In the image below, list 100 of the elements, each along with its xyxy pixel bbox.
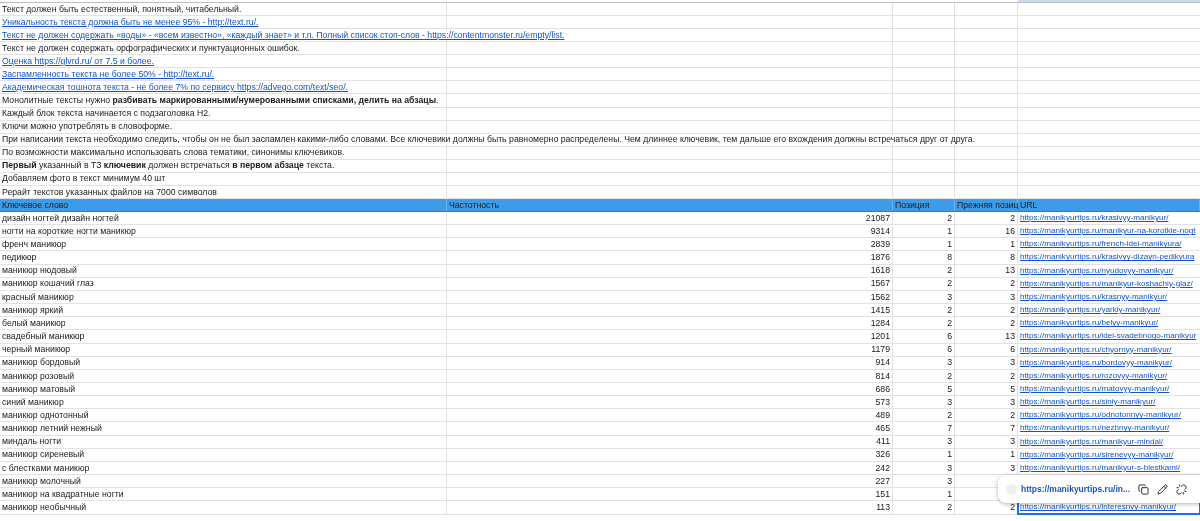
- table-cell: 326: [447, 448, 893, 461]
- table-cell: 7: [893, 422, 955, 435]
- note-link[interactable]: Оценка https://glvrd.ru/ от 7.5 и более.: [2, 56, 154, 66]
- note-link[interactable]: Текст не должен содержать «воды» - «всем известно», «каждый знает» и т.п. Полный список стоп-слов - https://contentmonster.ru/empty/list.: [2, 30, 565, 40]
- url-link[interactable]: https://manikyurtips.ru/manikyur-mindal/: [1018, 435, 1200, 448]
- note-text: По возможности максимально использовать слова тематики, синонимы ключевиков.: [2, 148, 345, 158]
- table-cell: 1567: [447, 277, 893, 290]
- url-link[interactable]: https://manikyurtips.ru/krasivyy-dizayn-pedikyura: [1018, 251, 1200, 264]
- note-text: Рерайт текстов указанных файлов на 7000 символов: [2, 187, 217, 197]
- url-link[interactable]: https://manikyurtips.ru/chyornyy-manikyur/: [1018, 343, 1200, 356]
- note-text: При написании текста необходимо следить, чтобы он не был заспамлен какими-либо словами. Все ключевики должны быть равномерно распределены. Чем длиннее ключевик, тем дальше его вхождения должны встречаться друг от друга.: [2, 135, 976, 144]
- table-cell: 2: [955, 211, 1018, 225]
- note-text: Каждый блок текста начинается с подзаголовка H2.: [2, 109, 211, 118]
- table-cell: 3: [893, 290, 955, 304]
- table-cell: маникюр розовый: [0, 369, 447, 382]
- table-cell: ногти на короткие ногти маникюр: [0, 225, 447, 238]
- url-link[interactable]: https://manikyurtips.ru/krasnyy-manikyur/: [1018, 290, 1200, 304]
- table-cell: 3: [955, 290, 1018, 304]
- popup-link[interactable]: https://manikyurtips.ru/in...: [1021, 482, 1131, 496]
- note-text: Текст не должен содержать орфографических и пунктуационных ошибок.: [2, 43, 300, 53]
- table-cell: 1179: [447, 343, 893, 356]
- table-cell: 1284: [447, 317, 893, 330]
- url-link[interactable]: https://manikyurtips.ru/sirenevyy-manikyur/: [1018, 448, 1200, 461]
- url-link[interactable]: https://manikyurtips.ru/bordovyy-manikyur/: [1018, 356, 1200, 369]
- url-link[interactable]: https://manikyurtips.ru/french-idei-manikyura/: [1018, 238, 1200, 251]
- table-cell: 13: [955, 330, 1018, 343]
- url-link[interactable]: https://manikyurtips.ru/belyy-manikyur/: [1018, 317, 1200, 330]
- url-link[interactable]: https://manikyurtips.ru/manikyur-koshachiy-glaz/: [1018, 277, 1200, 290]
- table-cell: дизайн ногтей дизайн ногтей: [0, 211, 447, 225]
- note-text: Текст должен быть естественный, понятный, читабельный.: [2, 4, 242, 14]
- table-cell: 1: [893, 225, 955, 238]
- url-link[interactable]: https://manikyurtips.ru/nyudovyy-manikyur/: [1018, 264, 1200, 277]
- table-cell: 3: [893, 461, 955, 475]
- table-cell: 3: [955, 396, 1018, 409]
- table-cell: 3: [955, 435, 1018, 448]
- note-link[interactable]: Академическая тошнота текста - не более 7% по сервису https://advego.com/text/seo/.: [2, 83, 348, 92]
- table-cell: 1618: [447, 264, 893, 277]
- url-link[interactable]: https://manikyurtips.ru/manikyur-s-blestkami/: [1018, 461, 1200, 475]
- table-cell: 1415: [447, 304, 893, 317]
- note-text: Ключи можно употреблять в словоформе.: [2, 122, 173, 131]
- note-link[interactable]: Заспамленность текста не более 50% - http://text.ru/.: [2, 70, 215, 79]
- table-cell: 686: [447, 382, 893, 396]
- table-cell: 6: [893, 330, 955, 343]
- table-cell: маникюр необычный: [0, 501, 447, 514]
- table-cell: 814: [447, 369, 893, 382]
- table-cell: 242: [447, 461, 893, 475]
- url-link[interactable]: https://manikyurtips.ru/idei-svadebnogo-manikyur: [1018, 330, 1200, 343]
- table-cell: 3: [893, 435, 955, 448]
- table-cell: маникюр матовый: [0, 382, 447, 396]
- table-cell: 2: [955, 277, 1018, 290]
- column-header: URL: [1018, 198, 1200, 211]
- table-cell: 3: [893, 356, 955, 369]
- table-cell: 151: [447, 488, 893, 501]
- url-link[interactable]: https://manikyurtips.ru/interesnyy-manikyur/: [1018, 501, 1200, 514]
- table-cell: маникюр нюдовый: [0, 264, 447, 277]
- table-cell: 1: [893, 488, 955, 501]
- table-cell: маникюр кошачий глаз: [0, 277, 447, 290]
- url-link[interactable]: https://manikyurtips.ru/siniy-manikyur/: [1018, 396, 1200, 409]
- table-cell: красный маникюр: [0, 290, 447, 304]
- table-cell: белый маникюр: [0, 317, 447, 330]
- table-cell: педикюр: [0, 251, 447, 264]
- table-cell: 3: [955, 461, 1018, 475]
- url-link[interactable]: https://manikyurtips.ru/nezhnyy-manikyur/: [1018, 422, 1200, 435]
- url-link[interactable]: https://manikyurtips.ru/yarkiy-manikyur/: [1018, 304, 1200, 317]
- table-cell: 2: [893, 409, 955, 422]
- note-link[interactable]: Уникальность текста должна быть не менее 95% - http://text.ru/.: [2, 17, 259, 27]
- note-text: Добавляем фото в текст минимум 40 шт: [2, 174, 166, 184]
- table-cell: 2839: [447, 238, 893, 251]
- table-cell: маникюр молочный: [0, 475, 447, 488]
- table-cell: 21087: [447, 211, 893, 225]
- url-link[interactable]: https://manikyurtips.ru/odnotonnyy-manikyur/: [1018, 409, 1200, 422]
- table-cell: 8: [955, 251, 1018, 264]
- column-header: Ключевое слово: [0, 198, 447, 211]
- table-cell: 465: [447, 422, 893, 435]
- column-header: Позиция: [893, 198, 955, 211]
- table-cell: 2: [893, 501, 955, 514]
- url-link[interactable]: https://manikyurtips.ru/matovyy-manikyur/: [1018, 382, 1200, 396]
- table-cell: 3: [955, 356, 1018, 369]
- table-cell: 16: [955, 225, 1018, 238]
- table-cell: 8: [893, 251, 955, 264]
- table-cell: 2: [955, 317, 1018, 330]
- table-cell: синий маникюр: [0, 396, 447, 409]
- column-header: Частотность: [447, 198, 893, 211]
- table-cell: 227: [447, 475, 893, 488]
- url-link[interactable]: https://manikyurtips.ru/krasivyy-manikyur/: [1018, 211, 1200, 225]
- table-cell: 113: [447, 501, 893, 514]
- table-cell: 411: [447, 435, 893, 448]
- url-link[interactable]: https://manikyurtips.ru/rozovyy-manikyur/: [1018, 369, 1200, 382]
- table-cell: 13: [955, 264, 1018, 277]
- table-cell: маникюр бордовый: [0, 356, 447, 369]
- table-cell: 7: [955, 422, 1018, 435]
- url-link[interactable]: https://manikyurtips.ru/manikyur-na-korotkie-nogt: [1018, 225, 1200, 238]
- table-cell: 914: [447, 356, 893, 369]
- table-cell: 2: [893, 211, 955, 225]
- table-cell: маникюр сиреневый: [0, 448, 447, 461]
- table-cell: френч маникюр: [0, 238, 447, 251]
- table-cell: 9314: [447, 225, 893, 238]
- note-text: Монолитные тексты нужно разбивать маркированными/нумерованными списками, делить на абзацы.: [2, 96, 439, 105]
- table-cell: 489: [447, 409, 893, 422]
- table-cell: 1562: [447, 290, 893, 304]
